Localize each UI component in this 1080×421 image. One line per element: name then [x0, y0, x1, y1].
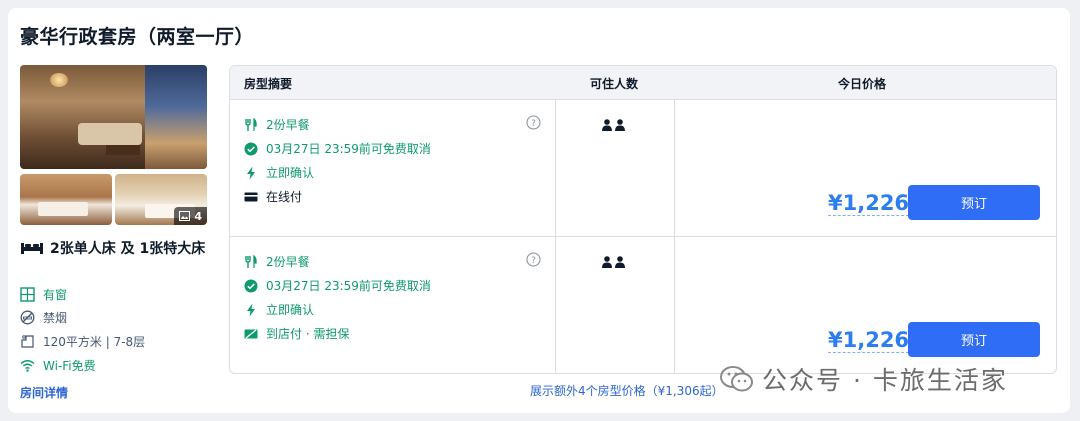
person-icon: [602, 119, 612, 131]
lightning-icon: [247, 303, 255, 316]
room-photo-thumb[interactable]: [20, 174, 112, 225]
help-icon[interactable]: ?: [526, 252, 541, 267]
perk-label: 03月27日 23:59前可免费取消: [266, 279, 431, 293]
room-photo-main[interactable]: [20, 65, 207, 169]
guest-count: [602, 256, 625, 268]
perk-label: 到店付 · 需担保: [266, 327, 350, 341]
svg-text:?: ?: [531, 119, 536, 129]
photo-count: 4: [194, 209, 202, 223]
perk-breakfast: 2份早餐: [244, 116, 310, 133]
perk-label: 立即确认: [266, 166, 315, 180]
room-photo-thumb[interactable]: 4: [115, 174, 207, 225]
facility-area: 120平方米 | 7-8层: [20, 333, 145, 350]
watermark: 公众号 · 卡旅生活家: [720, 361, 1008, 397]
window-icon: [20, 287, 35, 302]
perk-free-cancel: 03月27日 23:59前可免费取消: [244, 140, 431, 157]
bed-description: 2张单人床 及 1张特大床: [50, 241, 206, 257]
show-more-rates-link[interactable]: 展示额外4个房型价格（¥1,306起）: [530, 382, 724, 399]
room-title: 豪华行政套房（两室一厅）: [20, 26, 255, 48]
facility-no-smoking: 禁烟: [20, 309, 67, 326]
perk-label: 2份早餐: [266, 255, 310, 269]
facility-label: Wi-Fi免费: [43, 359, 96, 373]
cutlery-icon: [245, 254, 257, 268]
book-button[interactable]: 预订: [908, 322, 1040, 357]
perk-payment: 到店付 · 需担保: [244, 325, 349, 342]
perk-breakfast: 2份早餐: [244, 253, 310, 270]
perk-free-cancel: 03月27日 23:59前可免费取消: [244, 277, 431, 294]
facility-window: 有窗: [20, 286, 67, 303]
price: ¥1,226: [828, 328, 910, 353]
cutlery-icon: [245, 117, 257, 131]
perk-label: 03月27日 23:59前可免费取消: [266, 142, 431, 156]
room-details-link[interactable]: 房间详情: [20, 384, 68, 401]
perk-label: 2份早餐: [266, 118, 310, 132]
person-icon: [615, 119, 625, 131]
card-icon: [244, 192, 258, 201]
check-circle-icon: [244, 142, 258, 155]
svg-text:?: ?: [531, 256, 536, 266]
perk-label: 立即确认: [266, 303, 315, 317]
rate-table: 房型摘要 可住人数 今日价格 2份早餐 03月27日 23:59前可免费取消 立…: [229, 65, 1057, 374]
facility-label: 禁烟: [43, 311, 68, 325]
help-icon[interactable]: ?: [526, 115, 541, 130]
bed-icon: [21, 243, 43, 254]
perk-instant-confirm: 立即确认: [244, 164, 314, 181]
book-button[interactable]: 预订: [908, 185, 1040, 220]
guest-count: [602, 119, 625, 131]
watermark-text: 公众号 · 卡旅生活家: [762, 366, 1008, 395]
area-icon: [21, 335, 34, 348]
person-icon: [602, 256, 612, 268]
bed-info: 2张单人床 及 1张特大床: [20, 238, 210, 260]
header-summary: 房型摘要: [244, 77, 293, 91]
facility-label: 有窗: [43, 288, 68, 302]
table-header: 房型摘要 可住人数 今日价格: [230, 66, 1056, 99]
no-smoking-icon: [20, 310, 35, 325]
header-occupancy: 可住人数: [590, 77, 639, 91]
facility-wifi: Wi-Fi免费: [20, 357, 96, 374]
check-circle-icon: [244, 279, 258, 292]
wifi-icon: [20, 360, 35, 372]
person-icon: [615, 256, 625, 268]
perk-payment: 在线付: [244, 188, 302, 205]
price: ¥1,226: [828, 191, 910, 216]
perk-label: 在线付: [266, 190, 303, 204]
perk-instant-confirm: 立即确认: [244, 301, 314, 318]
room-card: 豪华行政套房（两室一厅） 4 2张单人床 及 1张特大床 有窗 禁烟 120平方…: [8, 8, 1070, 413]
wechat-icon: [720, 366, 753, 392]
image-icon: [179, 211, 191, 221]
header-price: 今日价格: [838, 77, 887, 91]
facility-label: 120平方米 | 7-8层: [43, 335, 146, 349]
pay-at-hotel-icon: [244, 328, 258, 339]
photo-count-badge[interactable]: 4: [174, 207, 207, 225]
lightning-icon: [247, 166, 255, 179]
rate-row: 2份早餐 03月27日 23:59前可免费取消 立即确认 到店付 · 需担保 ?…: [230, 236, 1056, 373]
rate-row: 2份早餐 03月27日 23:59前可免费取消 立即确认 在线付 ? ¥1,22…: [230, 99, 1056, 236]
